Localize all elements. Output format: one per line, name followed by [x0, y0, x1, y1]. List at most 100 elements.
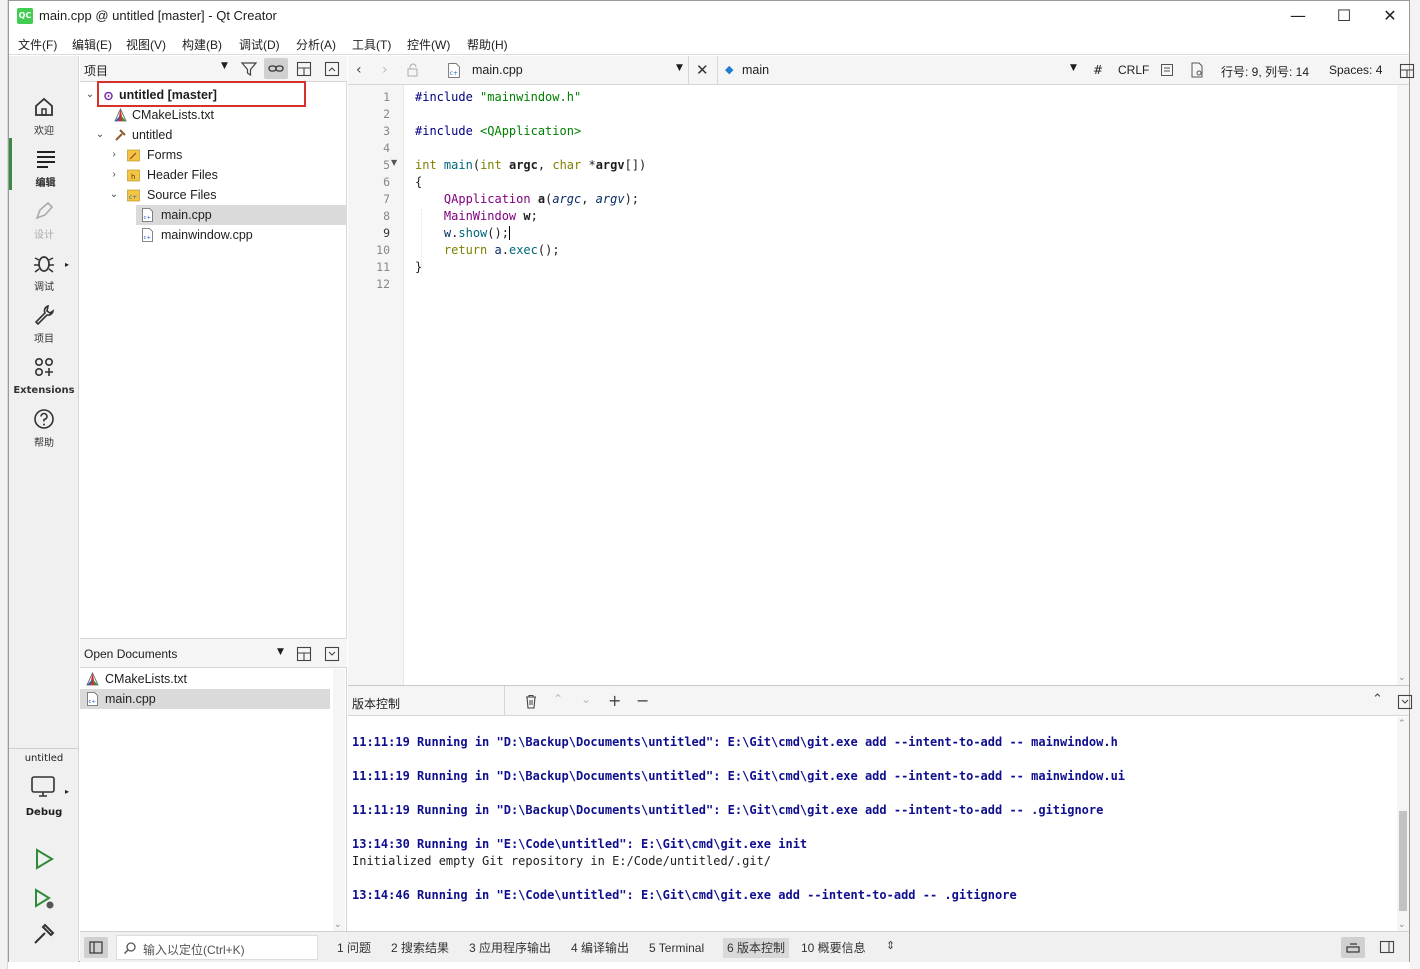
tree-row-mainwindow-cpp[interactable]: c+ mainwindow.cpp [136, 225, 347, 245]
view-selector-dropdown-icon[interactable]: ▼ [277, 647, 284, 657]
split-editor-button[interactable] [1399, 63, 1415, 79]
mode-projects[interactable]: 项目 [9, 294, 79, 346]
scroll-down-icon[interactable]: ⌄ [334, 920, 342, 930]
split-pane-button[interactable] [296, 646, 312, 662]
fold-marker-icon[interactable]: ▼ [391, 158, 397, 167]
tab-version-control[interactable]: 6 版本控制 [723, 938, 790, 958]
vcs-scroll-thumb[interactable] [1399, 811, 1407, 911]
code-style-button[interactable] [1190, 62, 1204, 78]
close-pane-button[interactable] [324, 646, 340, 662]
collapsed-chevron-icon[interactable]: › [108, 145, 120, 165]
scroll-up-icon[interactable]: ⌃ [1398, 719, 1406, 729]
indent-setting[interactable]: Spaces: 4 [1329, 63, 1382, 77]
hash-button[interactable]: # [1093, 63, 1103, 77]
symbol-selector[interactable]: main [742, 63, 769, 77]
build-button[interactable] [31, 922, 57, 948]
tab-application-output[interactable]: 3 应用程序输出 [465, 938, 555, 958]
tree-row-target[interactable]: ⌄ untitled [80, 125, 347, 145]
tab-search-results[interactable]: 2 搜索结果 [387, 938, 453, 958]
maximize-button[interactable]: ☐ [1321, 1, 1367, 31]
minimize-button[interactable]: — [1275, 1, 1321, 31]
editor-scrollbar[interactable]: ⌄ [1397, 85, 1409, 685]
tree-row-cmakelists[interactable]: CMakeLists.txt [80, 105, 347, 125]
mode-welcome[interactable]: 欢迎 [9, 86, 79, 138]
menu-help[interactable]: 帮助(H) [467, 36, 508, 53]
expand-chevron-icon[interactable]: ⌄ [94, 125, 106, 145]
line-number: 1 [383, 90, 390, 104]
tab-terminal[interactable]: 5 Terminal [645, 938, 708, 958]
filter-button[interactable] [240, 60, 258, 78]
open-docs-scrollbar[interactable]: ⌄ [333, 669, 345, 932]
mode-edit[interactable]: 编辑 [9, 138, 79, 190]
menu-widgets[interactable]: 控件(W) [407, 36, 450, 53]
line-ending-selector[interactable]: CRLF [1118, 63, 1149, 77]
zoom-in-icon[interactable]: + [608, 691, 621, 710]
mode-extensions[interactable]: Extensions [9, 346, 79, 398]
document-selector[interactable]: main.cpp [472, 63, 523, 77]
previous-item-icon[interactable]: ⌃ [553, 692, 563, 706]
menu-build[interactable]: 构建(B) [182, 36, 222, 53]
menu-edit[interactable]: 编辑(E) [72, 36, 112, 53]
desktop-left-edge [0, 0, 8, 969]
tree-row-source-files[interactable]: ⌄ c+ Source Files [80, 185, 347, 205]
line-number: 8 [383, 209, 390, 223]
symbol-dropdown-icon[interactable]: ▼ [1070, 63, 1077, 73]
tree-row-main-cpp[interactable]: c+ main.cpp [136, 205, 347, 225]
mode-design[interactable]: 设计 [9, 190, 79, 242]
edit-lines-icon [36, 151, 55, 168]
open-doc-cmakelists[interactable]: CMakeLists.txt [80, 669, 330, 689]
navigate-forward-icon[interactable]: › [382, 62, 388, 78]
tab-issues[interactable]: 1 问题 [333, 938, 375, 958]
tree-row-project-root[interactable]: ⌄ untitled [master] [80, 85, 347, 105]
open-documents-title[interactable]: Open Documents [84, 647, 177, 661]
collapsed-chevron-icon[interactable]: › [108, 165, 120, 185]
locator-input[interactable]: 输入以定位(Ctrl+K) [116, 935, 318, 960]
toggle-left-sidebar-button[interactable] [84, 937, 108, 958]
menu-debug[interactable]: 调试(D) [239, 36, 280, 53]
tree-row-forms[interactable]: › Forms [80, 145, 347, 165]
scroll-down-icon[interactable]: ⌄ [1398, 673, 1406, 683]
progress-details-button[interactable] [1341, 937, 1365, 958]
sync-with-editor-button[interactable] [264, 58, 288, 79]
vcs-scrollbar[interactable]: ⌃ ⌄ [1397, 717, 1409, 932]
zoom-out-icon[interactable]: − [636, 691, 649, 710]
close-document-icon[interactable]: ✕ [696, 61, 709, 79]
expand-chevron-icon[interactable]: ⌄ [108, 185, 120, 205]
encoding-button[interactable] [1160, 63, 1174, 77]
document-dropdown-icon[interactable]: ▼ [676, 63, 683, 73]
maximize-pane-icon[interactable]: ⌃ [1372, 692, 1383, 707]
tree-row-header-files[interactable]: › h Header Files [80, 165, 347, 185]
mode-debug[interactable]: 调试 ▸ [9, 242, 79, 294]
expand-chevron-icon[interactable]: ⌄ [84, 85, 96, 105]
cpp-file-icon: c+ [142, 228, 153, 242]
view-selector-dropdown-icon[interactable]: ▼ [221, 61, 228, 71]
next-item-icon[interactable]: ⌄ [581, 692, 591, 706]
menu-view[interactable]: 视图(V) [126, 36, 166, 53]
progress-icon [1346, 943, 1360, 953]
code-line-5: int main(int argc, char *argv[]) [415, 158, 647, 172]
split-pane-button[interactable] [296, 61, 312, 77]
code-line-10: return a.exec(); [443, 243, 560, 257]
navigate-back-icon[interactable]: ‹ [356, 62, 362, 78]
toggle-right-sidebar-button[interactable] [1379, 939, 1395, 955]
code-editor[interactable]: 1 2 3 4 5 6 7 8 9 10 11 12 ▼ #include "mainwindow.h… [348, 85, 1409, 685]
scroll-down-icon[interactable]: ⌄ [1398, 920, 1406, 930]
tab-compile-output[interactable]: 4 编译输出 [567, 938, 633, 958]
run-button[interactable] [31, 846, 57, 872]
debug-run-button[interactable] [31, 886, 57, 912]
close-pane-button[interactable] [324, 61, 340, 77]
tab-general-messages[interactable]: 10 概要信息 [797, 938, 870, 958]
mode-help[interactable]: 帮助 [9, 398, 79, 450]
lock-button[interactable] [406, 63, 420, 77]
kit-selector[interactable] [30, 775, 58, 801]
close-button[interactable]: ✕ [1367, 1, 1413, 31]
menu-analyze[interactable]: 分析(A) [296, 36, 336, 53]
clear-output-button[interactable] [524, 694, 538, 709]
more-tabs-icon[interactable]: ⇕ [886, 939, 895, 952]
cursor-position[interactable]: 行号: 9, 列号: 14 [1221, 63, 1309, 80]
open-doc-main-cpp[interactable]: c+ main.cpp [80, 689, 330, 709]
hide-pane-button[interactable] [1397, 694, 1413, 710]
menu-file[interactable]: 文件(F) [18, 36, 57, 53]
menu-tools[interactable]: 工具(T) [352, 36, 391, 53]
projects-view-selector[interactable]: 项目 [84, 62, 108, 79]
